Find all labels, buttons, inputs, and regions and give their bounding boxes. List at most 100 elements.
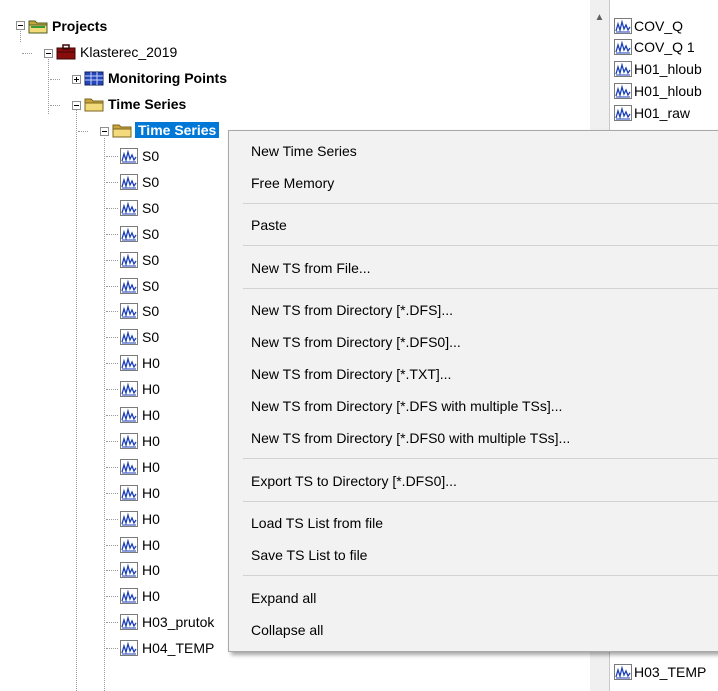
tree-node-label: S0 bbox=[142, 252, 160, 268]
timeseries-icon bbox=[120, 381, 138, 397]
menu-separator bbox=[243, 458, 718, 459]
timeseries-icon bbox=[614, 61, 632, 77]
timeseries-icon bbox=[120, 640, 138, 656]
tree-line bbox=[106, 622, 118, 623]
menu-item-new-ts-dir-dfs0-multi[interactable]: New TS from Directory [*.DFS0 with multi… bbox=[251, 426, 570, 450]
tree-node-projects[interactable]: Projects bbox=[52, 16, 107, 36]
menu-item-new-ts-dir-dfs-multi[interactable]: New TS from Directory [*.DFS with multip… bbox=[251, 394, 562, 418]
timeseries-icon bbox=[120, 226, 138, 242]
collapse-toggle[interactable] bbox=[72, 101, 81, 110]
timeseries-icon bbox=[120, 459, 138, 475]
menu-separator bbox=[243, 203, 718, 204]
tree-line bbox=[106, 441, 118, 442]
tree-line bbox=[78, 131, 88, 132]
menu-separator bbox=[243, 501, 718, 502]
tree-line bbox=[106, 389, 118, 390]
menu-separator bbox=[243, 288, 718, 289]
folder-icon bbox=[112, 122, 132, 138]
tree-line bbox=[48, 56, 49, 114]
timeseries-icon bbox=[120, 433, 138, 449]
menu-item-export-ts-dfs0[interactable]: Export TS to Directory [*.DFS0]... bbox=[251, 469, 457, 493]
tree-line bbox=[106, 596, 118, 597]
timeseries-icon bbox=[120, 200, 138, 216]
tree-line bbox=[106, 519, 118, 520]
timeseries-icon bbox=[120, 148, 138, 164]
timeseries-icon bbox=[120, 537, 138, 553]
tree-line bbox=[50, 79, 60, 80]
menu-item-expand-all[interactable]: Expand all bbox=[251, 586, 316, 610]
tree-line bbox=[106, 363, 118, 364]
timeseries-icon bbox=[120, 278, 138, 294]
list-item-label: COV_Q 1 bbox=[634, 39, 695, 55]
timeseries-icon bbox=[614, 664, 632, 680]
folder-icon bbox=[84, 96, 104, 112]
timeseries-icon bbox=[120, 614, 138, 630]
tree-node-label: H0 bbox=[142, 355, 160, 371]
list-item-label: H01_hloub bbox=[634, 83, 702, 99]
tree-node-monitoring-points[interactable]: Monitoring Points bbox=[108, 68, 227, 88]
tree-node-label: H0 bbox=[142, 459, 160, 475]
tree-line bbox=[106, 545, 118, 546]
tree-line bbox=[106, 234, 118, 235]
menu-item-new-ts-from-file[interactable]: New TS from File... bbox=[251, 256, 371, 280]
timeseries-icon bbox=[120, 562, 138, 578]
tree-node-time-series-group[interactable]: Time Series bbox=[108, 94, 186, 114]
menu-separator bbox=[243, 245, 718, 246]
context-menu: New Time Series Free Memory Paste New TS… bbox=[228, 130, 718, 652]
expand-toggle[interactable] bbox=[72, 75, 81, 84]
list-item-label: COV_Q bbox=[634, 18, 684, 34]
timeseries-icon bbox=[120, 252, 138, 268]
tree-node-label: H0 bbox=[142, 588, 160, 604]
menu-item-collapse-all[interactable]: Collapse all bbox=[251, 618, 323, 642]
scroll-up-arrow[interactable]: ▲ bbox=[590, 8, 609, 28]
collapse-toggle[interactable] bbox=[100, 127, 109, 136]
timeseries-icon bbox=[120, 355, 138, 371]
collapse-toggle[interactable] bbox=[16, 21, 25, 30]
timeseries-icon bbox=[120, 329, 138, 345]
tree-node-label: S0 bbox=[142, 148, 160, 164]
timeseries-icon bbox=[120, 511, 138, 527]
menu-item-new-time-series[interactable]: New Time Series bbox=[251, 139, 357, 163]
list-item-label: H03_TEMP bbox=[634, 664, 707, 680]
tree-line bbox=[106, 337, 118, 338]
tree-line bbox=[106, 415, 118, 416]
tree-line bbox=[106, 570, 118, 571]
tree-line bbox=[106, 311, 118, 312]
menu-item-free-memory[interactable]: Free Memory bbox=[251, 171, 334, 195]
tree-node-label: H04_TEMP bbox=[142, 640, 215, 656]
tree-node-label: S0 bbox=[142, 200, 160, 216]
tree-node-label: H0 bbox=[142, 537, 160, 553]
tree-node-label: H0 bbox=[142, 433, 160, 449]
timeseries-icon bbox=[614, 105, 632, 121]
tree-node-time-series-selected[interactable]: Time Series bbox=[135, 120, 220, 140]
tree-node-label: H0 bbox=[142, 407, 160, 423]
timeseries-icon bbox=[614, 83, 632, 99]
menu-item-new-ts-dir-dfs0[interactable]: New TS from Directory [*.DFS0]... bbox=[251, 330, 461, 354]
tree-node-label: S0 bbox=[142, 278, 160, 294]
menu-item-load-ts-list[interactable]: Load TS List from file bbox=[251, 511, 383, 535]
tree-node-label: H0 bbox=[142, 381, 160, 397]
menu-item-new-ts-dir-txt[interactable]: New TS from Directory [*.TXT]... bbox=[251, 362, 451, 386]
tree-line bbox=[20, 28, 21, 42]
menu-item-save-ts-list[interactable]: Save TS List to file bbox=[251, 543, 367, 567]
menu-item-paste[interactable]: Paste bbox=[251, 213, 287, 237]
tree-line bbox=[106, 493, 118, 494]
briefcase-icon bbox=[56, 44, 76, 60]
tree-node-project[interactable]: Klasterec_2019 bbox=[80, 42, 177, 62]
tree-line bbox=[106, 156, 118, 157]
timeseries-icon bbox=[120, 588, 138, 604]
menu-separator bbox=[243, 575, 718, 576]
list-item-label: H01_raw bbox=[634, 105, 691, 121]
database-icon bbox=[84, 70, 104, 86]
collapse-toggle[interactable] bbox=[44, 49, 53, 58]
timeseries-icon bbox=[120, 407, 138, 423]
tree-line bbox=[106, 648, 118, 649]
timeseries-icon bbox=[120, 303, 138, 319]
menu-item-new-ts-dir-dfs[interactable]: New TS from Directory [*.DFS]... bbox=[251, 298, 453, 322]
tree-node-label: H0 bbox=[142, 511, 160, 527]
timeseries-icon bbox=[614, 39, 632, 55]
tree-line bbox=[76, 108, 77, 691]
tree-node-label: H03_prutok bbox=[142, 614, 215, 630]
tree-node-label: H0 bbox=[142, 562, 160, 578]
tree-line bbox=[22, 53, 32, 54]
